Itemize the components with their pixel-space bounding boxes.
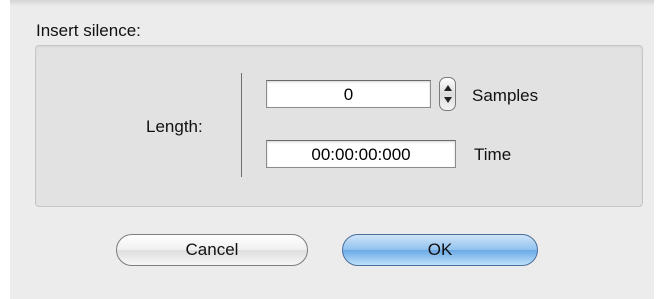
- group-title: Insert silence:: [36, 21, 141, 40]
- stepper-down-icon[interactable]: [444, 97, 452, 103]
- time-unit-label: Time: [474, 145, 512, 164]
- samples-input[interactable]: 0: [266, 80, 431, 108]
- stepper-up-icon[interactable]: [444, 85, 452, 91]
- length-label: Length:: [146, 117, 203, 136]
- divider: [241, 73, 242, 177]
- samples-stepper[interactable]: [439, 77, 456, 111]
- cancel-button[interactable]: Cancel: [116, 234, 308, 266]
- length-group-box: [35, 45, 643, 207]
- ok-button[interactable]: OK: [342, 234, 538, 266]
- time-input[interactable]: 00:00:00:000: [266, 140, 456, 168]
- samples-unit-label: Samples: [472, 86, 539, 105]
- insert-silence-dialog: Insert silence: Length: 0 Samples 00:00:…: [10, 0, 654, 299]
